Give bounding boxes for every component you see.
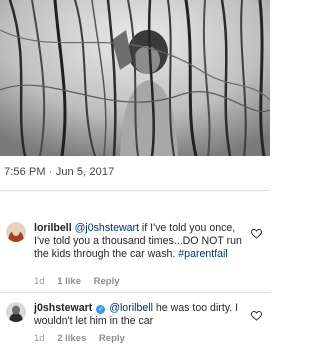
reply-button[interactable]: Reply [99, 333, 125, 344]
post-timestamp: 7:56 PM · Jun 5, 2017 [4, 166, 115, 178]
comment-username[interactable]: j0shstewart [34, 302, 92, 314]
avatar[interactable] [6, 222, 26, 242]
comment-mention[interactable]: @lorilbell [109, 302, 153, 314]
heart-outline-icon[interactable] [251, 229, 262, 239]
comment-age: 1d [34, 333, 45, 344]
comment-j0shstewart: j0shstewart ✓ @lorilbell he was too dirt… [0, 292, 270, 351]
reply-button[interactable]: Reply [94, 276, 120, 287]
comment-meta: 1d 1 like Reply [34, 276, 130, 287]
comment-text: lorilbell @j0shstewart if I've told you … [34, 222, 246, 262]
comment-age: 1d [34, 276, 45, 287]
comment-meta: 1d 2 likes Reply [34, 333, 135, 344]
comment-text: j0shstewart ✓ @lorilbell he was too dirt… [34, 302, 246, 328]
comment-hashtag[interactable]: #parentfail [178, 248, 227, 260]
verified-badge-icon: ✓ [96, 305, 106, 314]
avatar[interactable] [6, 302, 26, 322]
comment-mention[interactable]: @j0shstewart [75, 222, 139, 234]
comment-likes[interactable]: 1 like [57, 276, 81, 287]
comment-lorilbell: lorilbell @j0shstewart if I've told you … [0, 190, 270, 288]
comment-username[interactable]: lorilbell [34, 222, 72, 234]
comment-likes[interactable]: 2 likes [57, 333, 86, 344]
post-photo[interactable] [0, 0, 270, 156]
heart-outline-icon[interactable] [251, 311, 262, 321]
